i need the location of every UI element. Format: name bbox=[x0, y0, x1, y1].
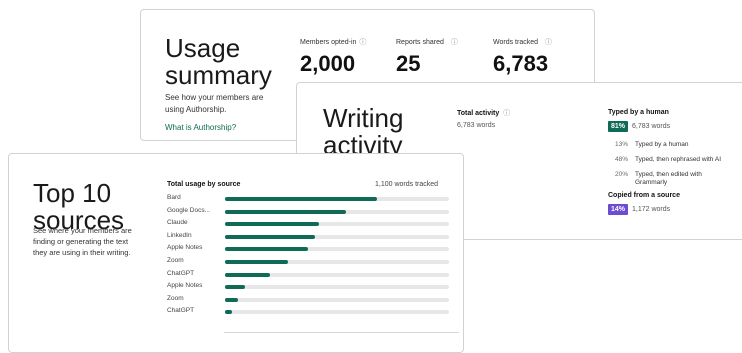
source-row: Google Docs... bbox=[167, 207, 449, 217]
source-name: Claude bbox=[167, 219, 188, 227]
copied-percent-badge: 14% bbox=[608, 204, 629, 215]
stat-value: 25 bbox=[396, 51, 421, 76]
info-icon[interactable]: ⓘ bbox=[451, 39, 458, 46]
stat-words-tracked: Words tracked ⓘ 6,783 bbox=[493, 37, 552, 77]
divider bbox=[224, 332, 459, 333]
source-row: LinkedIn bbox=[167, 232, 449, 242]
source-bar-track bbox=[225, 297, 449, 302]
words-tracked-count: 1,100 words tracked bbox=[375, 181, 439, 188]
breakdown-label: Typed by a human bbox=[635, 141, 689, 148]
copied-summary: 14% 1,172 words bbox=[608, 204, 670, 215]
source-row: Claude bbox=[167, 219, 449, 229]
usage-summary-title: Usage summary bbox=[165, 33, 272, 90]
source-bar-fill bbox=[225, 260, 288, 264]
breakdown-row: 48% Typed, then rephrased with AI bbox=[615, 156, 730, 163]
info-icon[interactable]: ⓘ bbox=[503, 110, 510, 117]
source-bar-track bbox=[225, 209, 449, 214]
source-row: Zoom bbox=[167, 257, 449, 267]
usage-summary-description: See how your members are using Authorshi… bbox=[165, 93, 264, 114]
copied-from-source-title: Copied from a source bbox=[608, 192, 680, 199]
source-bar-track bbox=[225, 247, 449, 252]
source-bar-fill bbox=[225, 297, 239, 302]
source-row: Apple Notes bbox=[167, 244, 449, 254]
total-activity-value: 6,783 words bbox=[457, 122, 496, 129]
breakdown-label: Typed, then rephrased with AI bbox=[635, 156, 721, 163]
breakdown-pct: 48% bbox=[615, 156, 629, 163]
what-is-authorship-link[interactable]: What is Authorship? bbox=[165, 123, 236, 132]
total-activity-text: Total activity bbox=[457, 110, 500, 117]
source-bar-fill bbox=[225, 310, 232, 315]
source-row: ChatGPT bbox=[167, 270, 449, 280]
source-row: Zoom bbox=[167, 295, 449, 305]
stat-value: 6,783 bbox=[493, 51, 549, 76]
source-row: Bard bbox=[167, 194, 449, 204]
source-bar-track bbox=[225, 272, 449, 277]
total-usage-header: Total usage by source bbox=[167, 181, 241, 188]
source-name: ChatGPT bbox=[167, 307, 195, 315]
breakdown-pct: 13% bbox=[615, 141, 629, 148]
info-icon[interactable]: ⓘ bbox=[545, 39, 552, 46]
top-sources-description: See where your members are finding or ge… bbox=[33, 226, 132, 257]
total-activity-label: Total activity ⓘ bbox=[457, 108, 510, 118]
source-bar-fill bbox=[225, 222, 320, 227]
source-bar-fill bbox=[225, 272, 270, 277]
source-bar-track bbox=[225, 285, 449, 290]
stat-reports-shared: Reports shared ⓘ 25 bbox=[396, 37, 458, 77]
source-name: Bard bbox=[167, 194, 181, 201]
human-percent-badge: 81% bbox=[608, 121, 629, 132]
info-icon[interactable]: ⓘ bbox=[359, 39, 366, 46]
typed-by-human-summary: 81% 6,783 words bbox=[608, 121, 670, 132]
stat-label: Members opted-in bbox=[300, 39, 357, 46]
stat-members-opted-in: Members opted-in ⓘ 2,000 bbox=[300, 37, 366, 77]
source-bar-fill bbox=[225, 197, 378, 201]
source-name: LinkedIn bbox=[167, 231, 192, 239]
top-sources-card: Top 10 sources See where your members ar… bbox=[8, 153, 464, 353]
source-row: Apple Notes bbox=[167, 282, 449, 292]
stat-label: Words tracked bbox=[493, 39, 538, 46]
writing-activity-title: Writing activity bbox=[323, 103, 404, 160]
breakdown-label: Typed, then edited with Grammarly bbox=[635, 171, 702, 186]
stat-value: 2,000 bbox=[300, 51, 356, 76]
source-bar-track bbox=[225, 260, 449, 264]
human-words: 6,783 words bbox=[632, 123, 671, 130]
source-bar-track bbox=[225, 310, 449, 315]
source-bar-fill bbox=[225, 247, 308, 252]
source-name: Apple Notes bbox=[167, 244, 203, 252]
source-name: Zoom bbox=[167, 257, 184, 264]
source-bar-track bbox=[225, 222, 449, 227]
source-name: Google Docs... bbox=[167, 206, 210, 214]
breakdown-pct: 20% bbox=[615, 171, 629, 178]
breakdown-row: 20% Typed, then edited with Grammarly bbox=[615, 171, 730, 187]
source-name: ChatGPT bbox=[167, 269, 195, 277]
source-bar-fill bbox=[225, 209, 346, 214]
source-name: Apple Notes bbox=[167, 282, 203, 290]
typed-by-human-title: Typed by a human bbox=[608, 109, 669, 116]
source-name: Zoom bbox=[167, 294, 184, 302]
stat-label: Reports shared bbox=[396, 39, 444, 46]
source-row: ChatGPT bbox=[167, 307, 449, 317]
source-bar-track bbox=[225, 197, 449, 201]
breakdown-row: 13% Typed by a human bbox=[615, 141, 730, 148]
source-bar-fill bbox=[225, 285, 246, 290]
source-bar-track bbox=[225, 234, 449, 239]
copied-words: 1,172 words bbox=[632, 206, 671, 213]
source-bar-fill bbox=[225, 234, 315, 239]
